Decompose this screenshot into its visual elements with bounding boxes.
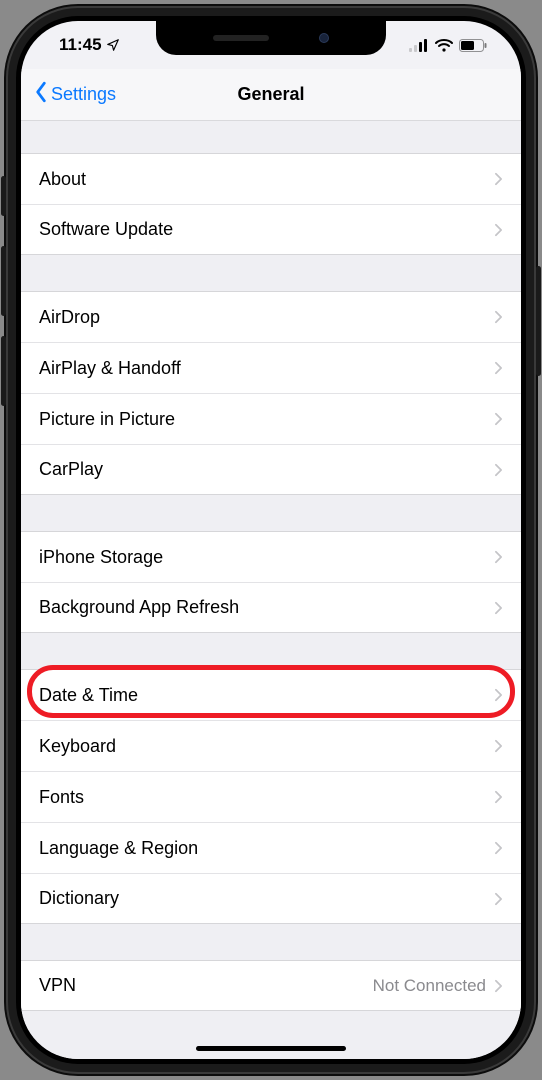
row-about[interactable]: About: [21, 153, 521, 204]
row-label: CarPlay: [39, 459, 494, 480]
settings-list: About Software Update AirDrop AirPlay & Han…: [21, 121, 521, 1059]
row-carplay[interactable]: CarPlay: [21, 444, 521, 495]
row-keyboard[interactable]: Keyboard: [21, 720, 521, 771]
row-label: About: [39, 169, 494, 190]
row-bg-refresh[interactable]: Background App Refresh: [21, 582, 521, 633]
chevron-right-icon: [494, 979, 503, 993]
row-label: AirPlay & Handoff: [39, 358, 494, 379]
chevron-right-icon: [494, 601, 503, 615]
location-icon: [106, 38, 120, 52]
row-label: Keyboard: [39, 736, 494, 757]
notch: [156, 21, 386, 55]
nav-bar: Settings General: [21, 69, 521, 121]
chevron-right-icon: [494, 739, 503, 753]
row-label: VPN: [39, 975, 373, 996]
row-label: Software Update: [39, 219, 494, 240]
chevron-right-icon: [494, 892, 503, 906]
settings-group: Date & Time Keyboard Fonts Language & Regio…: [21, 669, 521, 924]
row-iphone-storage[interactable]: iPhone Storage: [21, 531, 521, 582]
row-airdrop[interactable]: AirDrop: [21, 291, 521, 342]
home-indicator[interactable]: [196, 1046, 346, 1051]
settings-group: AirDrop AirPlay & Handoff Picture in Pictu…: [21, 291, 521, 495]
back-label: Settings: [51, 84, 116, 105]
row-label: Picture in Picture: [39, 409, 494, 430]
settings-group: VPNNot Connected: [21, 960, 521, 1011]
row-date-time[interactable]: Date & Time: [21, 669, 521, 720]
chevron-right-icon: [494, 841, 503, 855]
chevron-right-icon: [494, 172, 503, 186]
row-label: iPhone Storage: [39, 547, 494, 568]
screen: 11:45: [21, 21, 521, 1059]
chevron-right-icon: [494, 361, 503, 375]
phone-frame: 11:45: [6, 6, 536, 1074]
settings-group: iPhone Storage Background App Refresh: [21, 531, 521, 633]
chevron-left-icon: [33, 81, 49, 108]
chevron-right-icon: [494, 463, 503, 477]
row-fonts[interactable]: Fonts: [21, 771, 521, 822]
row-pip[interactable]: Picture in Picture: [21, 393, 521, 444]
row-label: Language & Region: [39, 838, 494, 859]
row-dictionary[interactable]: Dictionary: [21, 873, 521, 924]
chevron-right-icon: [494, 223, 503, 237]
settings-group: About Software Update: [21, 153, 521, 255]
row-label: Fonts: [39, 787, 494, 808]
chevron-right-icon: [494, 688, 503, 702]
chevron-right-icon: [494, 550, 503, 564]
chevron-right-icon: [494, 310, 503, 324]
row-airplay[interactable]: AirPlay & Handoff: [21, 342, 521, 393]
row-label: Dictionary: [39, 888, 494, 909]
row-label: Date & Time: [39, 685, 494, 706]
row-label: Background App Refresh: [39, 597, 494, 618]
cellular-icon: [409, 39, 429, 52]
row-software-update[interactable]: Software Update: [21, 204, 521, 255]
chevron-right-icon: [494, 790, 503, 804]
chevron-right-icon: [494, 412, 503, 426]
row-lang-region[interactable]: Language & Region: [21, 822, 521, 873]
wifi-icon: [435, 39, 453, 52]
back-button[interactable]: Settings: [33, 81, 116, 108]
battery-icon: [459, 39, 487, 52]
status-time: 11:45: [59, 35, 102, 55]
row-vpn[interactable]: VPNNot Connected: [21, 960, 521, 1011]
row-label: AirDrop: [39, 307, 494, 328]
row-detail: Not Connected: [373, 976, 486, 996]
